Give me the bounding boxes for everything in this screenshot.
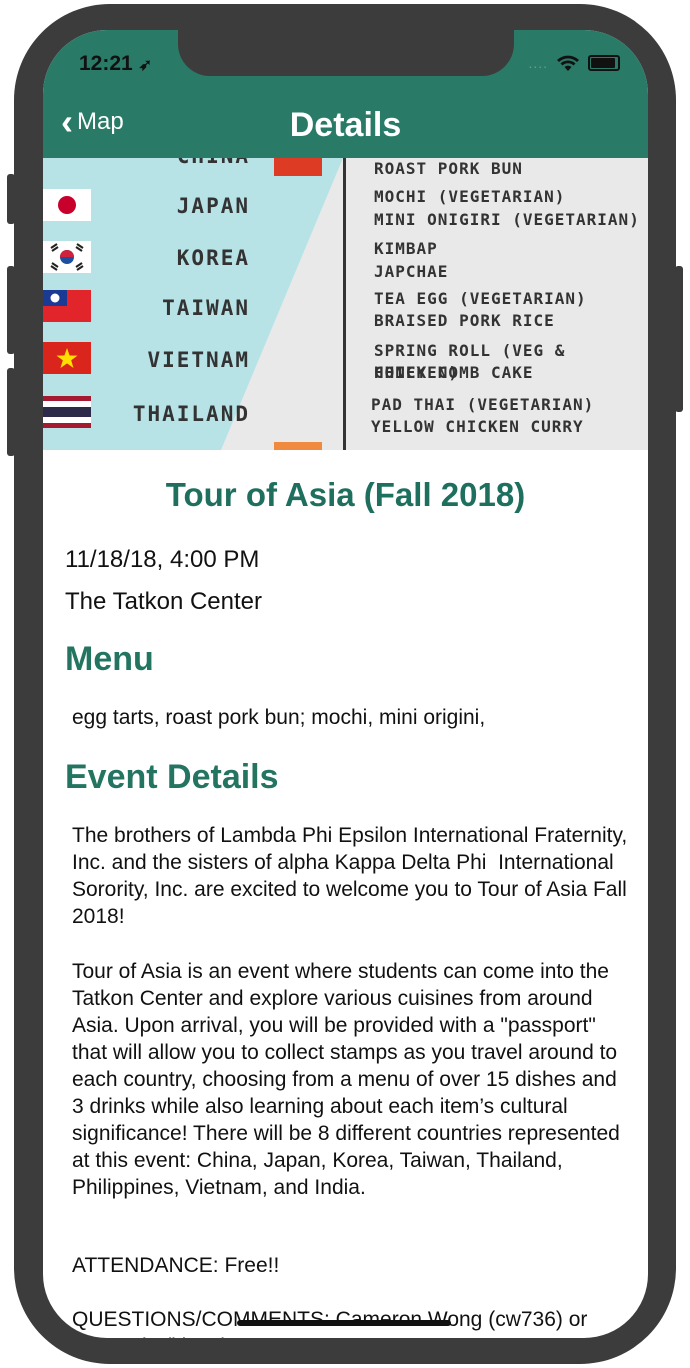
event-details-heading: Event Details — [65, 758, 279, 796]
thailand-flag-icon — [43, 396, 91, 428]
next-flag-edge — [274, 442, 322, 450]
banner-row-taiwan: TAIWAN TEA EGG (VEGETARIAN) BRAISED PORK… — [43, 288, 648, 338]
banner-row-thailand: THAILAND PAD THAI (VEGETARIAN) YELLOW CH… — [43, 394, 648, 444]
country-label: JAPAN — [176, 194, 250, 218]
power-button — [675, 266, 683, 412]
event-location: The Tatkon Center — [65, 588, 263, 615]
dish-label: BRAISED PORK RICE — [374, 311, 555, 330]
mute-switch — [7, 174, 15, 224]
vietnam-flag-icon — [43, 342, 91, 374]
screen: 12:21 ➶ .... ‹ Map Details CHINA — [43, 30, 648, 1338]
location-arrow-icon: ➶ — [138, 57, 152, 74]
dish-label: JAPCHAE — [374, 262, 449, 281]
dish-label: ROAST PORK BUN — [374, 159, 523, 178]
event-datetime: 11/18/18, 4:00 PM — [65, 546, 260, 573]
event-details-paragraph-2: Tour of Asia is an event where students … — [72, 960, 626, 1199]
dish-label: TEA EGG (VEGETARIAN) — [374, 289, 587, 308]
dish-label: MOCHI (VEGETARIAN) — [374, 187, 566, 206]
event-title: Tour of Asia (Fall 2018) — [165, 476, 526, 513]
korea-flag-icon — [43, 241, 91, 273]
attendance-text: ATTENDANCE: Free!! — [72, 1254, 280, 1277]
china-flag-icon — [274, 158, 322, 176]
status-time: 12:21 ➶ — [79, 52, 152, 76]
country-label: VIETNAM — [147, 348, 250, 372]
menu-text: egg tarts, roast pork bun; mochi, mini o… — [72, 706, 486, 729]
event-banner-image: CHINA ROAST PORK BUN JAPAN MOCHI (VEGETA… — [43, 158, 648, 450]
volume-up-button — [7, 266, 15, 354]
battery-icon — [588, 55, 620, 71]
country-label: KOREA — [176, 246, 250, 270]
taiwan-flag-icon — [43, 290, 91, 322]
nav-title: Details — [289, 106, 402, 144]
japan-flag-icon — [43, 189, 91, 221]
dish-label: MINI ONIGIRI (VEGETARIAN) — [374, 210, 640, 229]
wifi-icon — [557, 55, 579, 71]
dish-label: YELLOW CHICKEN CURRY — [371, 417, 584, 436]
dish-label: KIMBAP — [374, 239, 438, 258]
event-details-scroll[interactable]: Tour of Asia (Fall 2018) 11/18/18, 4:00 … — [43, 450, 648, 1338]
home-indicator[interactable] — [237, 1320, 451, 1326]
banner-row-japan: JAPAN MOCHI (VEGETARIAN) MINI ONIGIRI (V… — [43, 186, 648, 236]
country-label: THAILAND — [132, 402, 250, 426]
banner-row-vietnam: VIETNAM SPRING ROLL (VEG & CHICKEN) HONE… — [43, 340, 648, 390]
banner-row-korea: KOREA KIMBAP JAPCHAE — [43, 238, 648, 288]
volume-down-button — [7, 368, 15, 456]
dish-label: PAD THAI (VEGETARIAN) — [371, 395, 595, 414]
dish-label: HONEY COMB CAKE — [374, 363, 534, 382]
country-label: CHINA — [177, 158, 250, 168]
status-indicators: .... — [528, 54, 620, 72]
status-time-text: 12:21 — [79, 52, 133, 75]
navigation-bar: 12:21 ➶ .... ‹ Map Details — [43, 30, 648, 158]
menu-heading: Menu — [65, 640, 154, 678]
event-details-paragraph-1: The brothers of Lambda Phi Epsilon Inter… — [72, 824, 634, 928]
notch — [178, 30, 514, 76]
country-label: TAIWAN — [162, 296, 250, 320]
signal-icon: .... — [528, 55, 548, 71]
